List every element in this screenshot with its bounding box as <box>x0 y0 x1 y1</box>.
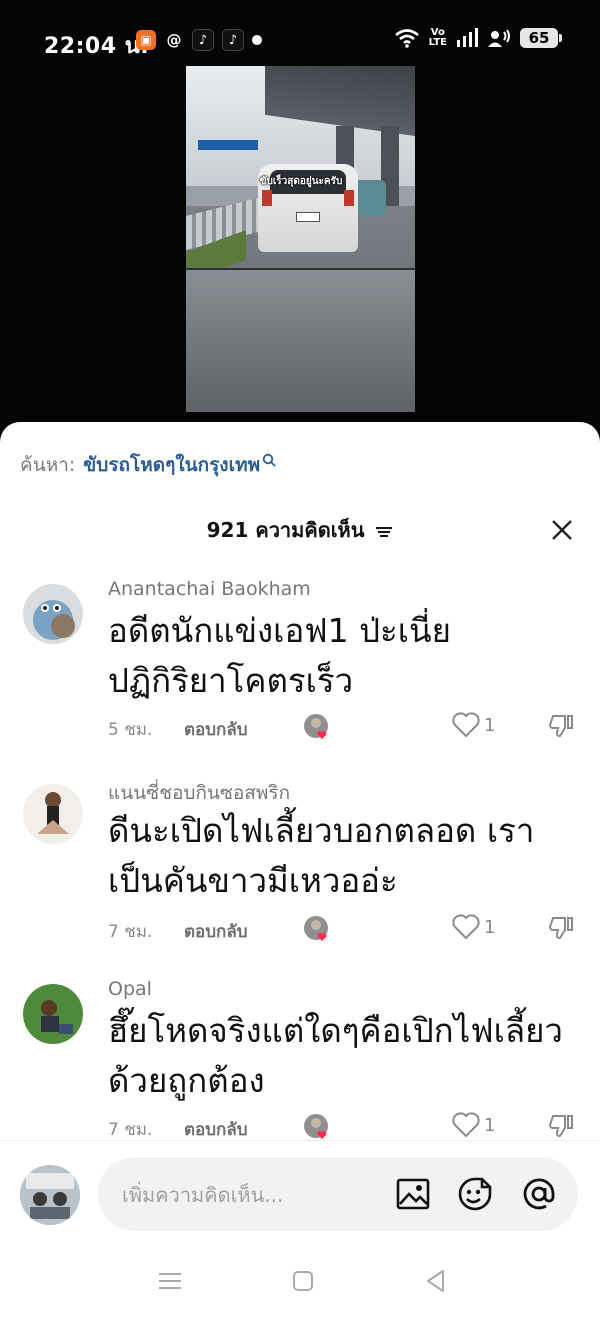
reply-button[interactable]: ตอบกลับ <box>184 918 248 945</box>
comments-count: 921 ความคิดเห็น <box>206 518 365 542</box>
comment-time: 7 ชม. <box>108 922 153 942</box>
video-player[interactable]: ขับเร็วสุดอยู่นะครับ <box>186 66 415 412</box>
avatar[interactable] <box>23 784 83 844</box>
video-road-sign <box>198 140 258 150</box>
like-count: 1 <box>484 1114 496 1136</box>
status-indicators: Vo LTE 65 <box>394 27 562 48</box>
video-license-plate <box>296 212 320 222</box>
search-suggestion-term[interactable]: ขับรถโหดๆในกรุงเทพ <box>83 450 260 480</box>
creator-liked-icon <box>304 714 328 739</box>
video-tail-light <box>262 190 272 206</box>
comment-item: Opal ฮึ๊ยโหดจริงแต่ใดๆคือเปิกไฟเลี้ยวด้ว… <box>0 978 600 1148</box>
comment-meta: 7 ชม. ตอบกลับ <box>108 1116 248 1143</box>
recent-apps-icon[interactable] <box>155 1266 185 1296</box>
heart-icon <box>452 914 480 940</box>
like-button[interactable]: 1 <box>452 712 495 738</box>
creator-liked-icon <box>304 916 328 941</box>
comment-author[interactable]: Opal <box>108 978 152 1000</box>
comment-time: 5 ชม. <box>108 720 153 740</box>
avatar[interactable] <box>23 984 83 1044</box>
avatar-image <box>23 984 83 1044</box>
search-suggestion-prefix: ค้นหา: <box>20 454 76 476</box>
dislike-icon[interactable] <box>548 914 576 942</box>
like-count: 1 <box>484 714 496 736</box>
comment-meta: 5 ชม. ตอบกลับ <box>108 716 248 743</box>
comment-text: อดีตนักแข่งเอฟ1 ป่ะเนี่ย ปฏิกิริยาโคตรเร… <box>108 611 451 700</box>
search-icon <box>262 453 276 467</box>
avatar-image <box>23 784 83 844</box>
phone-screen: 22:04 น. ▣ @ ♪ ♪ Vo LTE 65 ขับเร็วสุดอยู… <box>0 0 600 1318</box>
video-caption: ขับเร็วสุดอยู่นะครับ <box>259 176 343 187</box>
like-count: 1 <box>484 916 496 938</box>
shopee-notification-icon: ▣ <box>136 30 156 50</box>
comment-text: ดีนะเปิดไฟเลี้ยวบอกตลอด เราเป็นคันขาวมีเ… <box>108 811 535 900</box>
wifi-icon <box>394 29 419 48</box>
video-second-car <box>354 180 386 216</box>
image-icon[interactable] <box>394 1175 432 1213</box>
hotspot-icon <box>488 29 510 47</box>
like-button[interactable]: 1 <box>452 1112 495 1138</box>
comment-item: แนนซี่ชอบกินซอสพริก ดีนะเปิดไฟเลี้ยวบอกต… <box>0 778 600 978</box>
like-button[interactable]: 1 <box>452 914 495 940</box>
avatar-image <box>23 584 83 644</box>
home-icon[interactable] <box>288 1266 318 1296</box>
reply-button[interactable]: ตอบกลับ <box>184 716 248 743</box>
dislike-icon[interactable] <box>548 712 576 740</box>
back-icon[interactable] <box>421 1266 451 1296</box>
search-suggestion[interactable]: ค้นหา: ขับรถโหดๆในกรุงเทพ <box>20 450 276 480</box>
battery-indicator: 65 <box>520 28 562 48</box>
comment-time: 7 ชม. <box>108 1120 153 1140</box>
heart-icon <box>452 1112 480 1138</box>
volte-indicator: Vo LTE <box>428 27 447 48</box>
comments-sheet: ค้นหา: ขับรถโหดๆในกรุงเทพ 921 ความคิดเห็… <box>0 422 600 1318</box>
heart-icon <box>452 712 480 738</box>
comment-author[interactable]: Anantachai Baokham <box>108 578 311 600</box>
more-notifications-dot <box>252 35 262 45</box>
comment-meta: 7 ชม. ตอบกลับ <box>108 918 248 945</box>
emoji-icon[interactable] <box>456 1175 494 1213</box>
sort-icon[interactable] <box>375 525 393 539</box>
avatar[interactable] <box>20 1165 80 1225</box>
threads-notification-icon: @ <box>166 31 182 49</box>
video-dashboard <box>186 268 415 412</box>
comment-input[interactable] <box>120 1175 384 1215</box>
avatar-image <box>20 1165 80 1225</box>
comments-count-header: 921 ความคิดเห็น <box>0 514 600 546</box>
avatar[interactable] <box>23 584 83 644</box>
tiktok-notification-icon: ♪ <box>192 29 214 51</box>
dislike-icon[interactable] <box>548 1112 576 1140</box>
comment-author[interactable]: แนนซี่ชอบกินซอสพริก <box>108 778 290 808</box>
comment-input-container[interactable] <box>98 1157 578 1231</box>
creator-liked-icon <box>304 1114 328 1139</box>
signal-icon <box>457 28 478 47</box>
tiktok-notification-icon-2: ♪ <box>222 29 244 51</box>
notification-icons: ▣ @ ♪ ♪ <box>136 29 262 51</box>
reply-button[interactable]: ตอบกลับ <box>184 1116 248 1143</box>
video-tail-light <box>344 190 354 206</box>
close-icon[interactable] <box>550 518 574 542</box>
status-time: 22:04 น. <box>44 34 150 59</box>
comment-text: ฮึ๊ยโหดจริงแต่ใดๆคือเปิกไฟเลี้ยวด้วยถูกต… <box>108 1011 563 1100</box>
mention-icon[interactable] <box>520 1175 558 1213</box>
comment-item: Anantachai Baokham อดีตนักแข่งเอฟ1 ป่ะเน… <box>0 578 600 778</box>
system-navigation-bar <box>0 1254 600 1318</box>
